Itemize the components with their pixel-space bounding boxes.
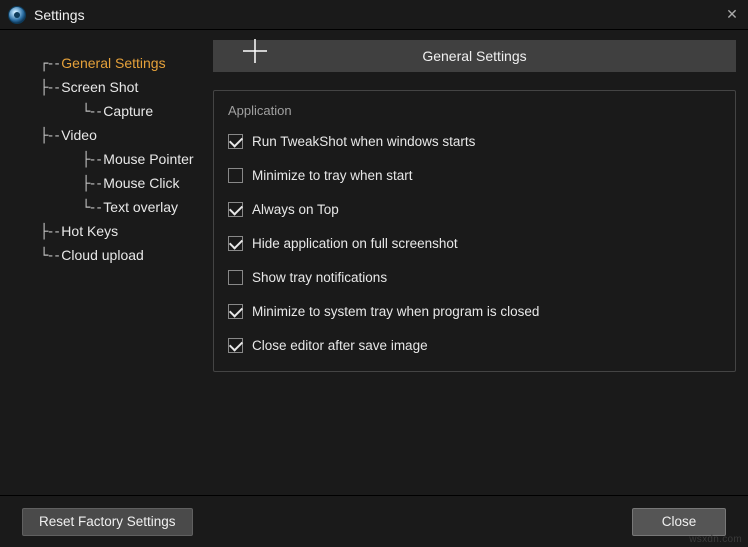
checkbox-close-editor-after-save[interactable]: Close editor after save image (228, 338, 721, 353)
section-title: General Settings (422, 48, 526, 64)
tree-connector-icon: └-- (82, 104, 101, 120)
close-icon[interactable]: ✕ (722, 4, 742, 24)
titlebar: Settings ✕ (0, 0, 748, 30)
tree-connector-icon: ├-- (82, 176, 101, 192)
tree-label: Mouse Click (103, 175, 179, 191)
watermark: wsxdn.com (689, 534, 742, 545)
tree-connector-icon: ┌-- (40, 56, 59, 72)
tree-item-video[interactable]: ├--Video (18, 124, 199, 148)
window-title: Settings (34, 7, 85, 23)
tree-label: Cloud upload (61, 247, 144, 263)
tree-connector-icon: ├-- (40, 128, 59, 144)
tree-item-screen-shot[interactable]: ├--Screen Shot (18, 76, 199, 100)
tree-item-mouse-pointer[interactable]: ├--Mouse Pointer (18, 148, 199, 172)
checkbox-icon (228, 236, 243, 251)
checkbox-minimize-tray-close[interactable]: Minimize to system tray when program is … (228, 304, 721, 319)
checkbox-run-on-start[interactable]: Run TweakShot when windows starts (228, 134, 721, 149)
tree-label: Screen Shot (61, 79, 138, 95)
tree-item-text-overlay[interactable]: └--Text overlay (18, 196, 199, 220)
checkbox-icon (228, 134, 243, 149)
tree-connector-icon: ├-- (40, 80, 59, 96)
checkbox-label: Hide application on full screenshot (252, 236, 458, 251)
tree-connector-icon: └-- (82, 200, 101, 216)
group-title: Application (228, 103, 721, 118)
tree-item-cloud-upload[interactable]: └--Cloud upload (18, 244, 199, 268)
checkbox-icon (228, 168, 243, 183)
checkbox-label: Close editor after save image (252, 338, 428, 353)
checkbox-always-on-top[interactable]: Always on Top (228, 202, 721, 217)
tree-connector-icon: ├-- (82, 152, 101, 168)
content-panel: General Settings Application Run TweakSh… (205, 30, 748, 495)
checkbox-icon (228, 202, 243, 217)
close-button[interactable]: Close (632, 508, 726, 536)
tree-item-mouse-click[interactable]: ├--Mouse Click (18, 172, 199, 196)
reset-factory-button[interactable]: Reset Factory Settings (22, 508, 193, 536)
footer: Reset Factory Settings Close (0, 495, 748, 547)
checkbox-minimize-tray-start[interactable]: Minimize to tray when start (228, 168, 721, 183)
checkbox-icon (228, 304, 243, 319)
checkbox-hide-app-full-screenshot[interactable]: Hide application on full screenshot (228, 236, 721, 251)
application-group: Application Run TweakShot when windows s… (213, 90, 736, 372)
tree-label: General Settings (61, 55, 165, 71)
checkbox-label: Minimize to system tray when program is … (252, 304, 539, 319)
tree-label: Hot Keys (61, 223, 118, 239)
checkbox-icon (228, 270, 243, 285)
plus-icon (241, 37, 269, 65)
tree-connector-icon: └-- (40, 248, 59, 264)
app-icon (8, 6, 26, 24)
checkbox-label: Always on Top (252, 202, 339, 217)
tree-label: Mouse Pointer (103, 151, 193, 167)
tree-item-capture[interactable]: └--Capture (18, 100, 199, 124)
checkbox-show-tray-notifications[interactable]: Show tray notifications (228, 270, 721, 285)
settings-tree: ┌--General Settings ├--Screen Shot └--Ca… (0, 30, 205, 495)
tree-connector-icon: ├-- (40, 224, 59, 240)
main-area: ┌--General Settings ├--Screen Shot └--Ca… (0, 30, 748, 495)
checkbox-icon (228, 338, 243, 353)
tree-item-hot-keys[interactable]: ├--Hot Keys (18, 220, 199, 244)
tree-label: Text overlay (103, 199, 178, 215)
section-header: General Settings (213, 40, 736, 72)
checkbox-label: Show tray notifications (252, 270, 387, 285)
tree-label: Capture (103, 103, 153, 119)
tree-label: Video (61, 127, 97, 143)
checkbox-label: Minimize to tray when start (252, 168, 413, 183)
tree-item-general-settings[interactable]: ┌--General Settings (18, 52, 199, 76)
checkbox-label: Run TweakShot when windows starts (252, 134, 475, 149)
